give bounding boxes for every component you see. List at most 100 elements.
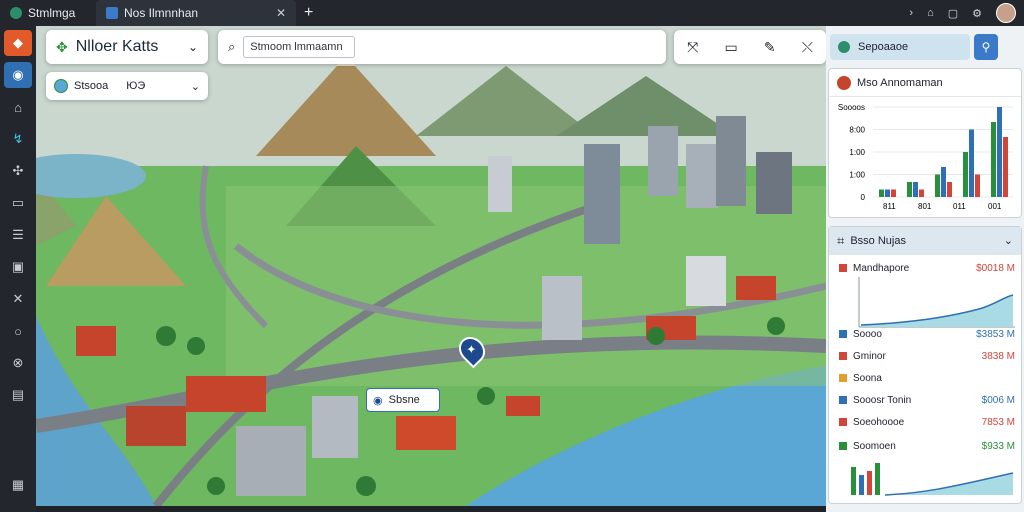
bar [919, 189, 924, 197]
stat-row[interactable]: Soomoen $933 M [839, 439, 1015, 453]
y-tick-label: 8:00 [849, 126, 865, 135]
bar-chart: Soooos 8:00 1:00 1:00 0 811 801 011 001 [838, 103, 1013, 211]
share-icon[interactable]: ✕ [4, 286, 32, 312]
y-tick-label: 1:00 [849, 171, 865, 180]
stat-label: Soeohoooe [853, 416, 905, 428]
globe-icon [838, 41, 850, 53]
y-tick-label: 1:00 [849, 148, 865, 157]
person-icon: ✦ [466, 342, 477, 357]
list-icon[interactable]: ☰ [4, 222, 32, 248]
x-tick-label: 011 [953, 202, 966, 211]
globe-icon [10, 7, 22, 19]
tab-stmlmga[interactable]: Stmlmga [0, 0, 96, 26]
stat-label: Soomoen [853, 440, 896, 452]
map-view[interactable]: ✥ Nlloer Katts ⌄ Stsooa ЮЭ ⌄ ⌕ Stmoom lm… [36, 26, 826, 506]
stat-row[interactable]: Sooosr Tonin $006 M [839, 393, 1015, 407]
tool-window-icon[interactable]: ▭ [724, 39, 737, 56]
chevron-down-icon: ⌄ [1003, 235, 1013, 247]
layers-icon[interactable]: ◆ [4, 30, 32, 56]
tab-active-map[interactable]: Nos Ilmnnhan ✕ [96, 0, 296, 26]
pin-icon: ◉ [373, 394, 383, 407]
stats-card: ⌗ Bsso Nujas ⌄ Mandhapore $0018 M Soooo $38… [828, 226, 1022, 504]
stat-label: Soona [853, 372, 882, 384]
stat-value: 3838 M [981, 350, 1015, 362]
chevron-down-icon: ⌄ [187, 40, 198, 54]
bar [997, 107, 1002, 197]
pin-icon[interactable]: ◉ [4, 62, 32, 88]
stat-row[interactable]: Soona [839, 371, 1015, 385]
window-icon[interactable]: ▢ [948, 7, 958, 20]
stat-row[interactable]: Gminor 3838 M [839, 349, 1015, 363]
avatar[interactable] [996, 3, 1016, 23]
legend-swatch [839, 442, 847, 450]
marker-popup[interactable]: ◉ Sbsne [366, 388, 440, 412]
stat-value: $3853 M [976, 328, 1015, 340]
card-title: Mso Annomaman [857, 76, 943, 89]
user-search-button[interactable]: ⚲ [974, 34, 998, 60]
home-icon[interactable]: ⌂ [927, 7, 934, 19]
building-icon[interactable]: ▤ [4, 382, 32, 408]
leaf-icon: ✥ [56, 38, 68, 55]
bar [963, 152, 968, 197]
globe-icon [54, 79, 68, 93]
stat-label: Sooosr Tonin [853, 394, 912, 406]
stat-row[interactable]: Mandhapore $0018 M [839, 261, 1015, 275]
x-tick-label: 801 [918, 202, 932, 211]
alert-icon [837, 75, 851, 90]
stat-label: Soooo [853, 328, 882, 340]
map-title-selector[interactable]: ✥ Nlloer Katts ⌄ [46, 30, 208, 64]
mini-chart [851, 463, 1014, 496]
stat-value: $006 M [981, 394, 1015, 406]
stat-row[interactable]: Soooo $3853 M [839, 327, 1015, 341]
x-tick-label: 001 [988, 202, 1002, 211]
stat-row[interactable]: Soeohoooe 7853 M [839, 415, 1015, 429]
tool-draw-icon[interactable]: ✎ [764, 39, 776, 56]
stat-value: 7853 M [981, 416, 1015, 428]
calendar-icon[interactable]: ▣ [4, 254, 32, 280]
map-icon [106, 7, 118, 19]
chevron-icon[interactable]: › [909, 7, 913, 19]
sidebar-search[interactable]: Sepoaaoe [830, 34, 970, 60]
sub-selector-label: Stsooa [74, 80, 109, 92]
grid-icon[interactable]: ▦ [4, 472, 32, 498]
bar [947, 182, 952, 197]
bar [1003, 137, 1008, 197]
chat-icon[interactable]: ○ [4, 318, 32, 344]
bar [969, 129, 974, 197]
close-icon[interactable]: ✕ [276, 6, 286, 20]
settings-icon[interactable]: ⚙ [972, 7, 982, 20]
bar [891, 189, 896, 197]
stat-label: Mandhapore [853, 262, 910, 274]
bar [991, 122, 996, 197]
legend-swatch [839, 396, 847, 404]
stat-value: $0018 M [976, 262, 1015, 274]
sub-selector[interactable]: Stsooa ЮЭ ⌄ [46, 72, 208, 100]
route-icon[interactable]: ↯ [4, 126, 32, 152]
window-controls: › ⌂ ▢ ⚙ [909, 0, 1016, 26]
sidebar-search-value: Sepoaaoe [858, 41, 909, 53]
legend-swatch [839, 374, 847, 382]
legend-swatch [839, 352, 847, 360]
tool-expand-icon[interactable]: ⤧ [687, 39, 698, 56]
network-icon[interactable]: ✣ [4, 158, 32, 184]
right-sidebar: Sepoaaoe ⚲ Mso Annomaman Soooos 8:00 1:00 1… [826, 26, 1024, 512]
home-icon[interactable]: ⌂ [4, 94, 32, 120]
search-bar[interactable]: ⌕ Stmoom lmmaamn [218, 30, 666, 64]
search-input[interactable]: Stmoom lmmaamn [243, 36, 356, 58]
bar [935, 174, 940, 197]
new-tab-button[interactable]: + [296, 4, 321, 22]
card-header[interactable]: ⌗ Bsso Nujas ⌄ [829, 227, 1021, 255]
card-header[interactable]: Mso Annomaman [829, 69, 1021, 97]
search-icon: ⌕ [228, 39, 236, 54]
card-title: Bsso Nujas [850, 234, 906, 247]
legend-swatch [839, 264, 847, 272]
bar [879, 189, 884, 197]
stat-label: Gminor [853, 350, 886, 362]
bar [913, 182, 918, 197]
bar [975, 174, 980, 197]
message-icon[interactable]: ▭ [4, 190, 32, 216]
y-tick-label: Soooos [838, 103, 865, 112]
compass-icon[interactable]: ⊗ [4, 350, 32, 376]
tool-measure-icon[interactable]: ⤬ [802, 39, 813, 56]
bar-chart-card: Mso Annomaman Soooos 8:00 1:00 1:00 0 811 801 0… [828, 68, 1022, 218]
